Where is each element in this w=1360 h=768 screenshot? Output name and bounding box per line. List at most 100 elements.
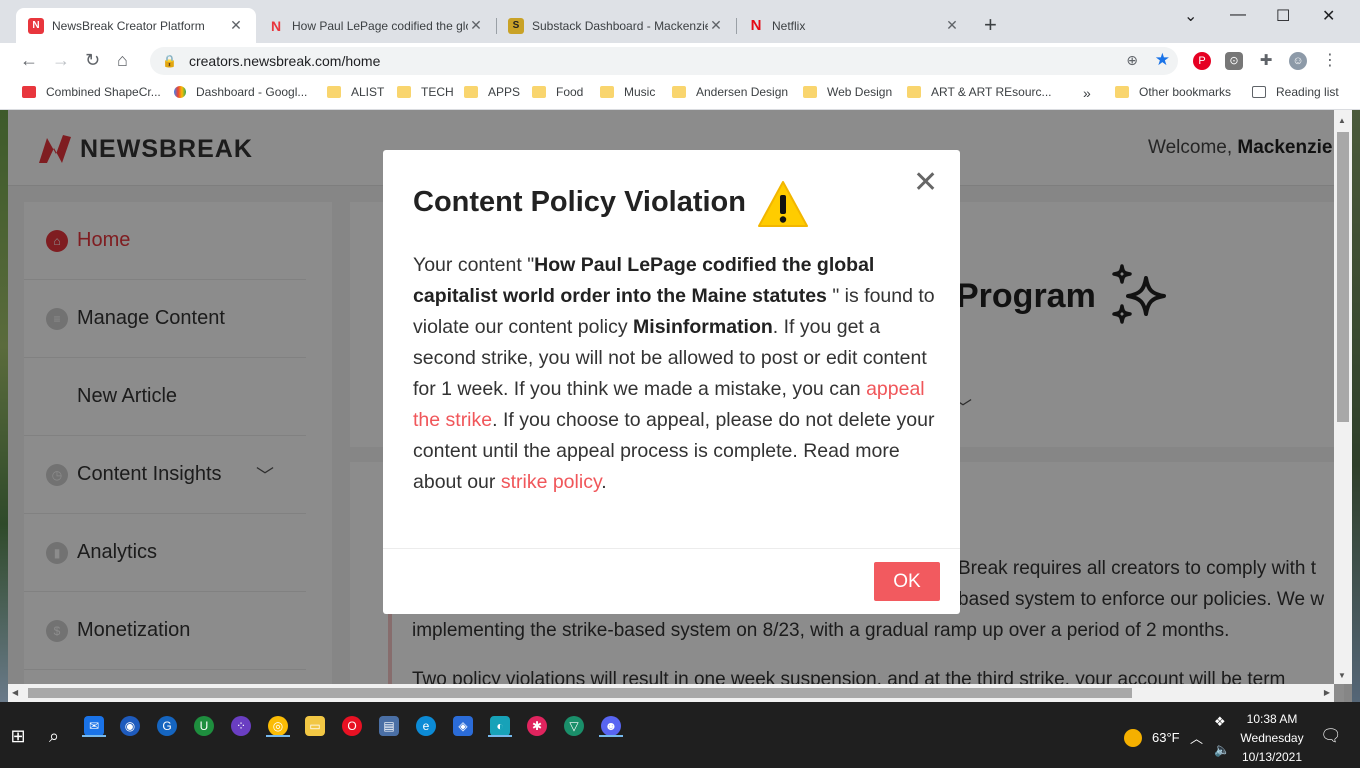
zoom-icon[interactable]: ⊕ <box>1126 52 1138 69</box>
close-window-button[interactable]: ✕ <box>1322 6 1335 26</box>
folder-icon <box>672 86 686 98</box>
bookmark-folder[interactable]: Web Design <box>803 85 892 99</box>
new-tab-button[interactable]: + <box>984 14 997 36</box>
minimize-button[interactable]: — <box>1230 6 1246 24</box>
tab-title: NewsBreak Creator Platform <box>52 18 205 33</box>
chrome-icon[interactable]: ◎ <box>268 716 288 736</box>
firefox-icon[interactable]: ◉ <box>120 716 140 736</box>
windows-start-icon[interactable]: ⊞ <box>8 726 28 746</box>
upwork-icon[interactable]: U <box>194 716 214 736</box>
scroll-down-arrow-icon[interactable]: ▼ <box>1338 671 1346 680</box>
maximize-button[interactable]: ☐ <box>1276 6 1290 26</box>
file-explorer-icon[interactable]: ▭ <box>305 716 325 736</box>
bookmark-folder[interactable]: Music <box>600 85 655 99</box>
pinterest-extension-icon[interactable]: P <box>1193 52 1211 70</box>
folder-icon <box>600 86 614 98</box>
modal-title: Content Policy Violation <box>413 186 746 218</box>
lock-icon: 🔒 <box>162 54 177 68</box>
google-icon <box>174 86 186 98</box>
reading-list[interactable]: Reading list <box>1252 85 1339 99</box>
scroll-up-arrow-icon[interactable]: ▲ <box>1338 116 1346 125</box>
modal-message: Your content "How Paul LePage codified t… <box>413 254 935 493</box>
close-tab-icon[interactable]: ✕ <box>468 17 484 34</box>
close-tab-icon[interactable]: ✕ <box>944 17 960 34</box>
app-icon[interactable]: ◐ <box>490 716 510 736</box>
show-hidden-icons-chevron-icon[interactable]: ︿ <box>1190 728 1203 747</box>
extensions-puzzle-icon[interactable]: ✚ <box>1257 52 1275 70</box>
close-tab-icon[interactable]: ✕ <box>228 17 244 34</box>
newsbreak-favicon-icon: N <box>270 17 282 34</box>
tab-newsbreak-creator[interactable]: N NewsBreak Creator Platform ✕ <box>16 8 256 43</box>
profile-avatar[interactable]: ☺ <box>1289 52 1307 70</box>
close-tab-icon[interactable]: ✕ <box>708 17 724 34</box>
bookmark-folder[interactable]: Andersen Design <box>672 85 788 99</box>
taskbar-active-indicator <box>82 735 106 737</box>
tab-search-chevron-icon[interactable]: ⌄ <box>1184 6 1197 26</box>
scroll-left-arrow-icon[interactable]: ◀ <box>12 688 18 697</box>
forward-arrow-icon[interactable]: → <box>52 50 70 70</box>
taskbar-active-indicator <box>599 735 623 737</box>
newsbreak-favicon-icon: N <box>28 17 44 34</box>
search-icon[interactable]: ⌕ <box>44 726 64 746</box>
content-policy-modal: Content Policy Violation ✕ Your content … <box>383 150 960 614</box>
taskbar-active-indicator <box>266 735 290 737</box>
folder-icon <box>532 86 546 98</box>
opera-icon[interactable]: O <box>342 716 362 736</box>
bookmark-folder[interactable]: ALIST <box>327 85 384 99</box>
tab-substack-dashboard[interactable]: S Substack Dashboard - Mackenzie ✕ <box>496 8 736 43</box>
reload-icon[interactable]: ↻ <box>85 50 100 70</box>
bookmark-folder[interactable]: APPS <box>464 85 520 99</box>
app-gear-icon[interactable]: ✱ <box>527 716 547 736</box>
netflix-favicon-icon: N <box>750 17 762 34</box>
mail-icon[interactable]: ✉ <box>84 716 104 736</box>
tab-netflix[interactable]: N Netflix ✕ <box>736 8 972 43</box>
scroll-right-arrow-icon[interactable]: ▶ <box>1324 688 1330 697</box>
bookmark-folder[interactable]: Food <box>532 85 583 99</box>
tab-title: How Paul LePage codified the glo <box>292 18 468 33</box>
vpn-shield-icon[interactable]: ▽ <box>564 716 584 736</box>
tab-title: Substack Dashboard - Mackenzie <box>532 18 708 33</box>
strike-policy-link[interactable]: strike policy <box>501 471 601 493</box>
windows-taskbar: ⊞ ⌕ ✉ ◉ G U ⁘ ◎ ▭ O ▤ e ◈ ◐ ✱ ▽ ☻ 63°F ︿… <box>0 702 1360 768</box>
taskbar-active-indicator <box>488 735 512 737</box>
browser-toolbar: ← → ↻ ⌂ 🔒 creators.newsbreak.com/home ⊕ … <box>0 43 1360 79</box>
browser-menu-icon[interactable]: ⋮ <box>1321 52 1339 70</box>
back-arrow-icon[interactable]: ← <box>20 50 38 70</box>
edge-icon[interactable]: e <box>416 716 436 736</box>
more-bookmarks-chevron-icon[interactable]: » <box>1083 85 1091 101</box>
bookmark-item[interactable]: Dashboard - Googl... <box>174 85 307 99</box>
discord-icon[interactable]: ☻ <box>601 716 621 736</box>
horizontal-scrollbar[interactable]: ◀ ▶ <box>8 684 1334 702</box>
security-shield-icon[interactable]: ◈ <box>453 716 473 736</box>
url-text[interactable]: creators.newsbreak.com/home <box>189 53 380 69</box>
policy-name: Misinformation <box>633 316 773 338</box>
reading-list-icon <box>1252 86 1266 98</box>
home-icon[interactable]: ⌂ <box>117 50 128 70</box>
notepad-icon[interactable]: ▤ <box>379 716 399 736</box>
desktop-wallpaper-left <box>0 110 8 702</box>
volume-icon[interactable]: 🔈 <box>1214 742 1230 758</box>
scrollbar-thumb[interactable] <box>28 688 1132 698</box>
ok-button[interactable]: OK <box>874 562 940 601</box>
tab-lepage-article[interactable]: N How Paul LePage codified the glo ✕ <box>256 8 496 43</box>
bookmark-folder[interactable]: TECH <box>397 85 454 99</box>
bookmark-folder[interactable]: ART & ART REsourc... <box>907 85 1052 99</box>
app-grid-icon[interactable]: ⁘ <box>231 716 251 736</box>
bookmark-folder[interactable]: Other bookmarks <box>1115 85 1231 99</box>
system-clock[interactable]: 10:38 AM Wednesday 10/13/2021 <box>1232 710 1312 767</box>
folder-icon <box>327 86 341 98</box>
notifications-icon[interactable]: 🗨 <box>1320 726 1342 746</box>
scrollbar-thumb[interactable] <box>1337 132 1349 422</box>
extension-icon[interactable]: ⊙ <box>1225 52 1243 70</box>
bookmark-item[interactable]: Combined ShapeCr... <box>22 85 161 99</box>
weather-temperature[interactable]: 63°F <box>1152 730 1180 745</box>
dropbox-icon[interactable]: ❖ <box>1214 714 1226 730</box>
folder-icon <box>907 86 921 98</box>
address-bar[interactable]: 🔒 creators.newsbreak.com/home ⊕ ★ <box>150 47 1178 75</box>
bookmark-star-icon[interactable]: ★ <box>1155 50 1170 70</box>
weather-sun-icon[interactable] <box>1124 729 1142 747</box>
grammarly-icon[interactable]: G <box>157 716 177 736</box>
vertical-scrollbar[interactable]: ▲ ▼ <box>1334 110 1352 684</box>
folder-icon <box>397 86 411 98</box>
modal-close-icon[interactable]: ✕ <box>913 168 938 198</box>
